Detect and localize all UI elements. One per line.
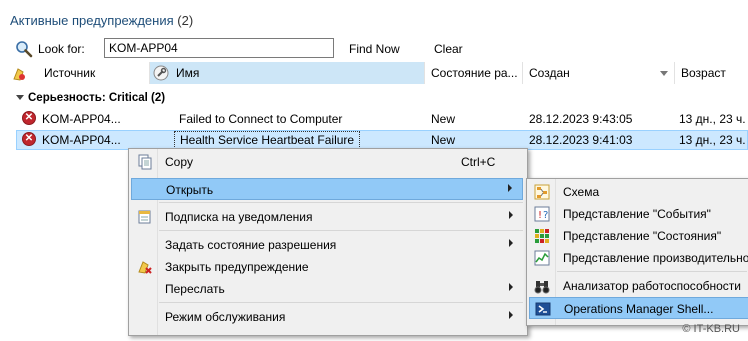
row-name: Failed to Connect to Computer xyxy=(179,112,343,126)
menu-item-set-resolution-label: Задать состояние разрешения xyxy=(165,238,337,252)
column-state-label: Состояние ра... xyxy=(431,66,518,80)
row-state: New xyxy=(431,112,456,126)
svg-text:?: ? xyxy=(543,210,548,221)
submenu-item-events-view[interactable]: ! ? Представление "События" xyxy=(529,203,748,225)
row-created: 28.12.2023 9:43:05 xyxy=(529,112,633,126)
subscription-icon xyxy=(138,210,151,224)
sort-desc-icon xyxy=(660,71,668,76)
alert-count: (2) xyxy=(177,13,194,28)
column-name[interactable]: Имя xyxy=(150,62,425,84)
clear-button[interactable]: Clear xyxy=(434,42,463,56)
column-created-label: Создан xyxy=(529,66,570,80)
column-source-label: Источник xyxy=(44,66,96,80)
menu-item-set-resolution[interactable]: Задать состояние разрешения xyxy=(131,234,523,256)
menu-item-maintenance[interactable]: Режим обслуживания xyxy=(131,306,523,328)
menu-item-open-label: Открыть xyxy=(166,183,214,197)
menu-separator xyxy=(159,302,523,303)
submenu-arrow-icon xyxy=(509,211,513,219)
critical-error-icon: ✕ xyxy=(22,132,36,146)
menu-separator xyxy=(159,230,523,231)
submenu-item-om-shell-label: Operations Manager Shell... xyxy=(564,302,714,316)
page-title: Активные предупреждения (2) xyxy=(10,13,193,28)
table-row-selected[interactable]: ✕ KOM-APP04... Health Service Heartbeat … xyxy=(16,130,748,151)
menu-item-forward-label: Переслать xyxy=(165,282,225,296)
menu-item-open[interactable]: Открыть xyxy=(131,178,523,200)
menu-item-subscribe[interactable]: Подписка на уведомления xyxy=(131,206,523,228)
row-source: KOM-APP04... xyxy=(42,112,121,126)
performance-view-icon xyxy=(534,250,550,266)
submenu-arrow-icon xyxy=(509,311,513,319)
submenu-item-events-view-label: Представление "События" xyxy=(563,207,711,221)
menu-item-forward[interactable]: Переслать xyxy=(131,278,523,300)
row-created: 28.12.2023 9:41:03 xyxy=(529,133,633,147)
row-age: 13 дн., 23 ч. xyxy=(679,112,746,126)
search-input[interactable] xyxy=(104,38,334,58)
critical-error-icon: ✕ xyxy=(22,111,36,125)
column-age[interactable]: Возраст xyxy=(675,62,748,84)
menu-separator xyxy=(159,202,523,203)
events-view-icon: ! ? xyxy=(534,206,550,222)
menu-item-close-alert[interactable]: Закрыть предупреждение xyxy=(131,256,523,278)
find-now-button[interactable]: Find Now xyxy=(349,42,400,56)
open-submenu: Схема ! ? Представление "События" Предст… xyxy=(526,178,748,326)
submenu-item-health-explorer-label: Анализатор работоспособности xyxy=(563,279,741,293)
submenu-arrow-icon xyxy=(509,283,513,291)
svg-text:!: ! xyxy=(538,210,542,221)
search-icon xyxy=(16,41,33,58)
submenu-item-perf-view-label: Представление производительно xyxy=(563,251,748,265)
column-age-label: Возраст xyxy=(681,66,726,80)
submenu-arrow-icon xyxy=(509,239,513,247)
group-label: Серьезность: Critical (2) xyxy=(28,92,166,104)
submenu-item-diagram[interactable]: Схема xyxy=(529,181,748,203)
row-source: KOM-APP04... xyxy=(42,133,121,147)
column-created[interactable]: Создан xyxy=(523,62,675,84)
submenu-item-om-shell[interactable]: Operations Manager Shell... xyxy=(529,297,748,319)
watermark: © IT-KB.RU xyxy=(682,323,740,335)
row-age: 13 дн., 23 ч. xyxy=(679,133,746,147)
submenu-item-diagram-label: Схема xyxy=(563,185,600,199)
powershell-icon xyxy=(535,302,551,316)
column-state[interactable]: Состояние ра... xyxy=(425,62,523,84)
submenu-item-state-view-label: Представление "Состояния" xyxy=(563,229,722,243)
menu-item-close-alert-label: Закрыть предупреждение xyxy=(165,260,309,274)
wrench-icon xyxy=(153,65,169,81)
binoculars-icon xyxy=(534,281,550,294)
copy-icon xyxy=(138,154,152,170)
menu-item-copy-label: Copy xyxy=(165,155,194,169)
close-alert-icon xyxy=(138,261,152,274)
table-row[interactable]: ✕ KOM-APP04... Failed to Connect to Comp… xyxy=(16,109,748,129)
submenu-item-state-view[interactable]: Представление "Состояния" xyxy=(529,225,748,247)
state-view-icon xyxy=(535,229,549,243)
severity-group-header[interactable]: Серьезность: Critical (2) xyxy=(16,92,165,104)
submenu-item-health-explorer[interactable]: Анализатор работоспособности xyxy=(529,275,748,297)
submenu-arrow-icon xyxy=(508,184,512,192)
column-name-label: Имя xyxy=(176,66,200,80)
diagram-icon xyxy=(534,184,550,200)
title-text: Активные предупреждения xyxy=(10,13,174,28)
look-for-label: Look for: xyxy=(38,42,85,56)
column-source[interactable]: Источник xyxy=(38,62,150,84)
menu-item-subscribe-label: Подписка на уведомления xyxy=(165,210,313,224)
copy-shortcut: Ctrl+C xyxy=(461,155,496,169)
menu-item-maintenance-label: Режим обслуживания xyxy=(165,310,286,324)
menu-item-copy[interactable]: Copy Ctrl+C xyxy=(131,151,523,173)
submenu-item-perf-view[interactable]: Представление производительно xyxy=(529,247,748,269)
priority-column-icon[interactable] xyxy=(11,66,27,82)
row-state: New xyxy=(431,133,456,147)
context-menu: Copy Ctrl+C Открыть Подписка на уведомле… xyxy=(128,148,528,336)
submenu-separator xyxy=(557,271,747,272)
collapse-triangle-icon[interactable] xyxy=(16,95,24,101)
